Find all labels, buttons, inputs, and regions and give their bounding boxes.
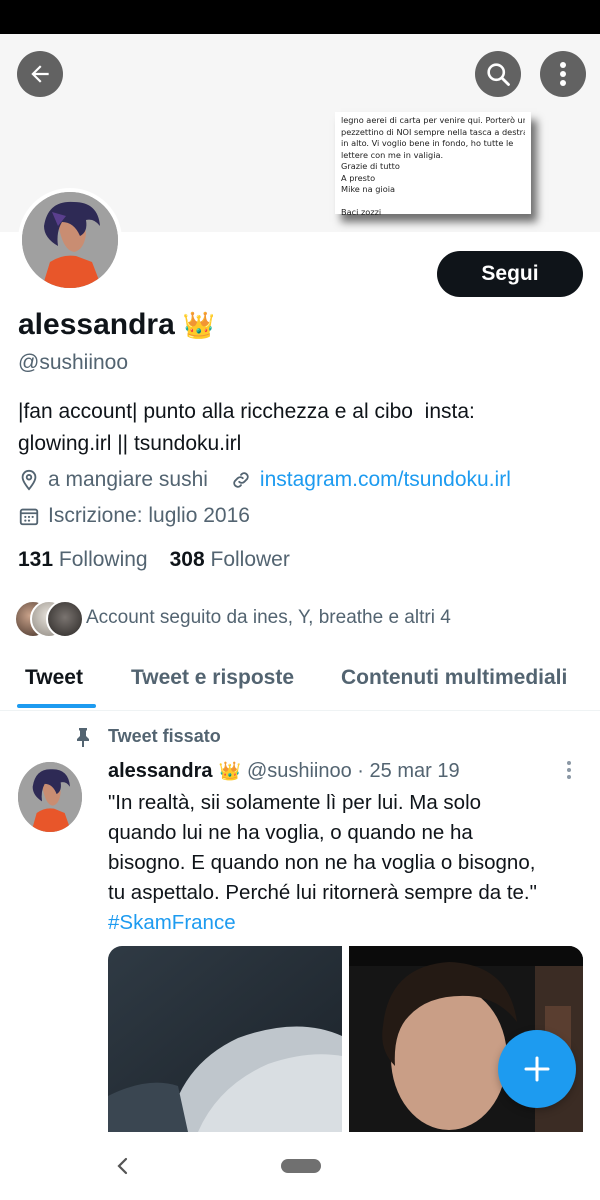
more-vertical-icon	[560, 62, 566, 86]
followed-by-avatars	[14, 600, 84, 638]
note-line: legno aerei di carta per venire qui. Por…	[341, 115, 525, 125]
profile-avatar[interactable]	[18, 188, 122, 292]
status-bar	[0, 0, 600, 34]
profile-name-text: alessandra	[18, 308, 175, 341]
profile-name: alessandra 👑	[18, 308, 215, 342]
crown-emoji: 👑	[218, 761, 241, 781]
bio-line: glowing.irl || tsundoku.irl	[18, 432, 242, 455]
note-line: lettere con me in valigia.	[341, 149, 444, 160]
tweet-text-line: bisogno. E quando non ne ha voglia o bis…	[108, 851, 536, 874]
crown-emoji: 👑	[182, 309, 216, 340]
profile-bio: |fan account| punto alla ricchezza e al …	[18, 396, 588, 460]
banner-note-image: legno aerei di carta per venire qui. Por…	[335, 112, 531, 217]
pin-icon	[77, 727, 89, 747]
follower-avatar	[46, 600, 84, 638]
note-line: pezzettino di NOI sempre nella tasca a d…	[341, 126, 525, 137]
note-line: Baci zozzi	[341, 206, 382, 217]
note-line: Grazie di tutto	[341, 161, 400, 171]
follow-button[interactable]: Segui	[437, 251, 583, 297]
note-blank-line	[341, 196, 525, 207]
tweet-text-line: quando lui ne ha voglia, o quando ne ha	[108, 821, 473, 844]
pinned-label-row: Tweet fissato	[74, 726, 221, 747]
followers-count-link[interactable]: 308 Follower	[170, 548, 290, 572]
search-button[interactable]	[475, 51, 521, 97]
back-arrow-icon	[31, 65, 49, 83]
link-icon	[233, 472, 249, 488]
profile-website-link[interactable]: instagram.com/tsundoku.irl	[260, 468, 511, 492]
pinned-label: Tweet fissato	[108, 726, 221, 746]
back-nav-icon[interactable]	[115, 1156, 131, 1176]
following-count: 131	[18, 548, 54, 571]
tweet-author-avatar[interactable]	[18, 762, 82, 832]
more-options-button[interactable]	[540, 51, 586, 97]
tweet-header: alessandra 👑 @sushiinoo · 25 mar 19	[108, 760, 460, 783]
followers-label: Follower	[210, 548, 290, 571]
profile-meta-row: a mangiare sushi instagram.com/tsundoku.…	[18, 468, 511, 492]
home-gesture-pill[interactable]	[281, 1159, 321, 1173]
search-icon	[487, 63, 510, 86]
tweet-handle-date: @sushiinoo · 25 mar 19	[246, 760, 460, 782]
tab-tweet-e-risposte[interactable]: Tweet e risposte	[131, 666, 294, 690]
profile-handle: @sushiinoo	[18, 351, 129, 374]
profile-tabs: Tweet Tweet e risposte Contenuti multime…	[0, 650, 600, 711]
tab-contenuti-multimediali[interactable]: Contenuti multimediali	[341, 666, 567, 690]
compose-tweet-button[interactable]	[498, 1030, 576, 1108]
following-count-link[interactable]: 131 Following	[18, 548, 148, 572]
active-tab-indicator	[17, 704, 96, 708]
tweet-more-button[interactable]	[566, 760, 576, 786]
following-label: Following	[58, 548, 148, 571]
plus-icon	[524, 1056, 550, 1082]
calendar-icon	[19, 508, 39, 526]
tweet-text-line: tu aspettalo. Perché lui ritornerà sempr…	[108, 881, 537, 904]
tweet-media-image-1[interactable]	[108, 946, 342, 1132]
note-line: A presto	[341, 172, 376, 183]
bio-line: |fan account| punto alla ricchezza e al …	[18, 400, 475, 423]
back-button[interactable]	[17, 51, 63, 97]
avatar-image	[22, 192, 118, 288]
followed-by-text: Account seguito da ines, Y, breathe e al…	[86, 607, 451, 628]
profile-joined-row: Iscrizione: luglio 2016	[18, 504, 250, 528]
tweet-hashtag[interactable]: #SkamFrance	[108, 908, 588, 938]
follow-counts: 131 Following 308 Follower	[18, 548, 290, 572]
tweet-text-line: "In realtà, sii solamente lì per lui. Ma…	[108, 791, 482, 814]
tweet-text: "In realtà, sii solamente lì per lui. Ma…	[108, 788, 588, 938]
profile-location: a mangiare sushi	[48, 468, 208, 491]
tweet-author-name[interactable]: alessandra	[108, 760, 213, 783]
followers-count: 308	[169, 548, 205, 571]
more-vertical-icon	[567, 761, 571, 779]
tab-tweet[interactable]: Tweet	[25, 666, 83, 690]
note-line: Mike na gioia	[341, 184, 396, 194]
location-pin-icon	[21, 469, 37, 491]
note-line: in alto. Vi voglio bene in fondo, ho tut…	[341, 138, 514, 148]
profile-joined-date: Iscrizione: luglio 2016	[48, 504, 250, 527]
followed-by-row[interactable]: Account seguito da ines, Y, breathe e al…	[14, 600, 451, 638]
